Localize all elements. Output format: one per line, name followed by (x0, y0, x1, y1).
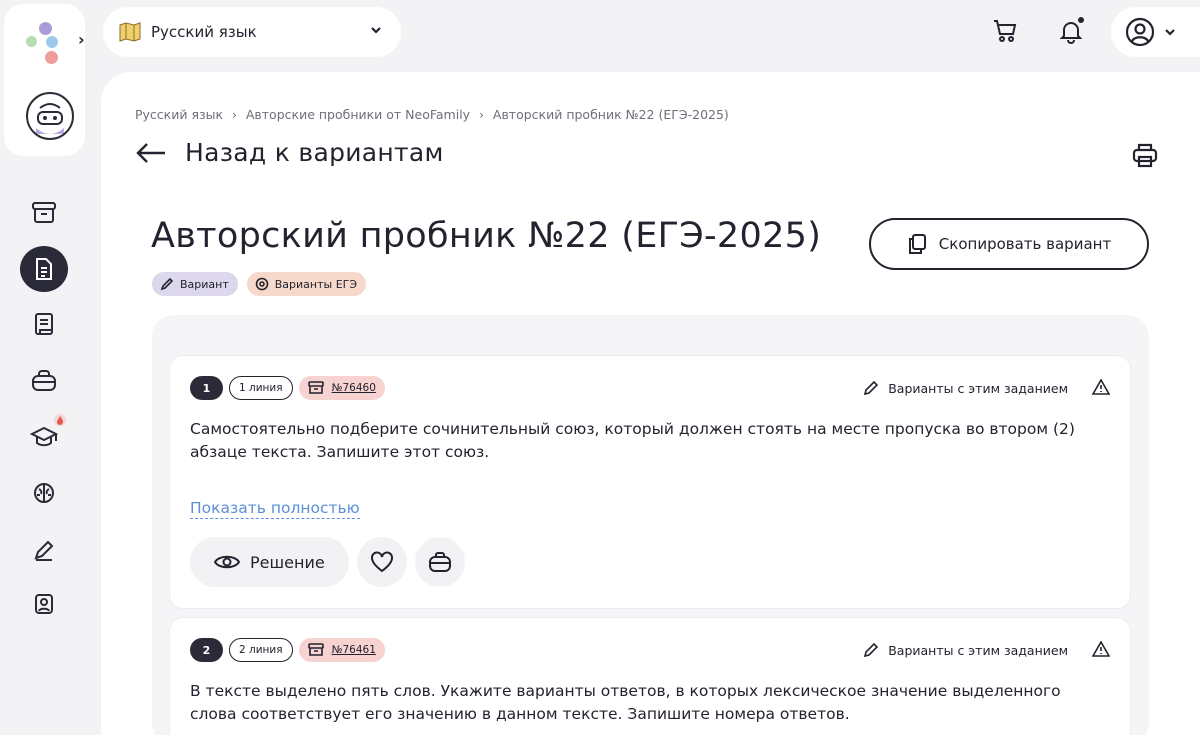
task-card: 2 2 линия №76461 Варианты с этим задание… (169, 617, 1131, 735)
cart-button[interactable] (990, 16, 1020, 46)
subject-label: Русский язык (151, 23, 257, 41)
task-id: №76461 (331, 644, 376, 656)
breadcrumb-item[interactable]: Русский язык (135, 107, 223, 122)
chevron-right-icon: › (232, 107, 237, 122)
task-actions: Решение (190, 537, 465, 587)
fire-badge-icon (54, 414, 66, 426)
task-id-link[interactable]: №76461 (298, 638, 385, 662)
tag-label: Варианты ЕГЭ (274, 277, 358, 291)
copy-icon (908, 234, 926, 254)
task-id: №76460 (331, 382, 376, 394)
task-text: В тексте выделено пять слов. Укажите вар… (190, 682, 1061, 723)
chevron-down-icon (371, 27, 381, 34)
eye-icon (214, 555, 240, 569)
pencil-icon (160, 277, 174, 291)
tag-list: Вариант Варианты ЕГЭ (152, 272, 367, 296)
print-button[interactable] (1131, 142, 1159, 174)
task-card: 1 1 линия №76460 Варианты с этим задание… (169, 355, 1131, 609)
profile-menu[interactable] (1111, 7, 1200, 57)
logo-card (4, 4, 85, 156)
cart-icon (994, 20, 1017, 42)
book-icon (35, 313, 53, 335)
user-card-icon (35, 594, 53, 614)
avatar[interactable] (26, 92, 74, 140)
variants-link-label: Варианты с этим заданием (888, 380, 1068, 396)
user-circle-icon (1125, 17, 1155, 47)
copy-variant-label: Скопировать вариант (938, 235, 1112, 253)
variants-link-label: Варианты с этим заданием (888, 642, 1068, 658)
task-header: 1 1 линия №76460 (190, 376, 385, 400)
copy-variant-button[interactable]: Скопировать вариант (869, 218, 1149, 270)
warning-icon (1091, 640, 1111, 657)
tag-variant: Вариант (152, 272, 238, 296)
task-id-link[interactable]: №76460 (298, 376, 385, 400)
breadcrumb-item[interactable]: Авторские пробники от NeoFamily (246, 107, 470, 122)
tag-ege-variants: Варианты ЕГЭ (246, 272, 367, 296)
at-target-icon (255, 277, 269, 291)
favorite-button[interactable] (356, 537, 407, 587)
variants-with-task-link[interactable]: Варианты с этим заданием (863, 642, 1068, 658)
breadcrumb: Русский язык › Авторские пробники от Neo… (135, 107, 729, 122)
task-text: Самостоятельно подберите сочинительный с… (190, 420, 1075, 461)
sidebar-item-brain[interactable] (20, 470, 68, 516)
archive-icon (307, 381, 324, 394)
notification-dot (1078, 17, 1084, 23)
printer-icon (1132, 143, 1158, 168)
solution-button[interactable]: Решение (190, 537, 349, 587)
logo-icon[interactable] (26, 22, 66, 66)
show-more-link[interactable]: Показать полностью (190, 498, 360, 519)
warning-icon (1091, 378, 1111, 395)
graduation-cap-icon (30, 426, 58, 447)
document-list-icon (36, 258, 52, 280)
pencil-icon (864, 380, 879, 396)
task-line-badge: 2 линия (229, 638, 293, 662)
tag-label: Вариант (180, 277, 229, 291)
sidebar-item-portfolio[interactable] (20, 358, 68, 404)
solution-label: Решение (250, 552, 325, 572)
breadcrumb-item-current: Авторский пробник №22 (ЕГЭ-2025) (492, 107, 729, 122)
archive-icon (32, 202, 56, 223)
archive-icon (307, 643, 324, 656)
task-line-badge: 1 линия (229, 376, 293, 400)
sidebar-item-archive[interactable] (20, 189, 68, 235)
report-error-button[interactable] (1091, 378, 1111, 399)
page-title: Авторский пробник №22 (ЕГЭ-2025) (151, 216, 822, 256)
task-list: 1 1 линия №76460 Варианты с этим задание… (152, 315, 1149, 735)
back-link[interactable]: Назад к вариантам (135, 138, 444, 167)
main-content: Русский язык › Авторские пробники от Neo… (101, 72, 1200, 735)
report-error-button[interactable] (1091, 640, 1111, 661)
briefcase-icon (32, 370, 56, 391)
task-header: 2 2 линия №76461 (190, 638, 385, 662)
add-to-portfolio-button[interactable] (414, 537, 465, 587)
arrow-left-icon (136, 142, 165, 163)
notifications-button[interactable] (1056, 16, 1086, 46)
variants-with-task-link[interactable]: Варианты с этим заданием (863, 380, 1068, 396)
briefcase-icon (428, 552, 451, 572)
sidebar-item-theory[interactable] (20, 301, 68, 347)
heart-icon (370, 551, 393, 573)
expand-sidebar-chevron-icon[interactable]: › (78, 30, 92, 50)
chevron-down-icon (1165, 29, 1175, 36)
pencil-icon (34, 540, 54, 561)
subject-select[interactable]: Русский язык (103, 7, 401, 57)
map-icon (119, 22, 141, 42)
pencil-icon (864, 642, 879, 658)
sidebar-item-editor[interactable] (20, 527, 68, 573)
sidebar-item-profile[interactable] (20, 581, 68, 627)
task-number: 2 (190, 638, 223, 662)
task-number: 1 (190, 376, 223, 400)
sidebar-item-variants[interactable] (20, 246, 68, 292)
brain-icon (34, 483, 54, 503)
back-label: Назад к вариантам (185, 138, 444, 167)
app-root: › Русский язык Русский язык › Авторские … (0, 0, 1200, 735)
chevron-right-icon: › (479, 107, 484, 122)
